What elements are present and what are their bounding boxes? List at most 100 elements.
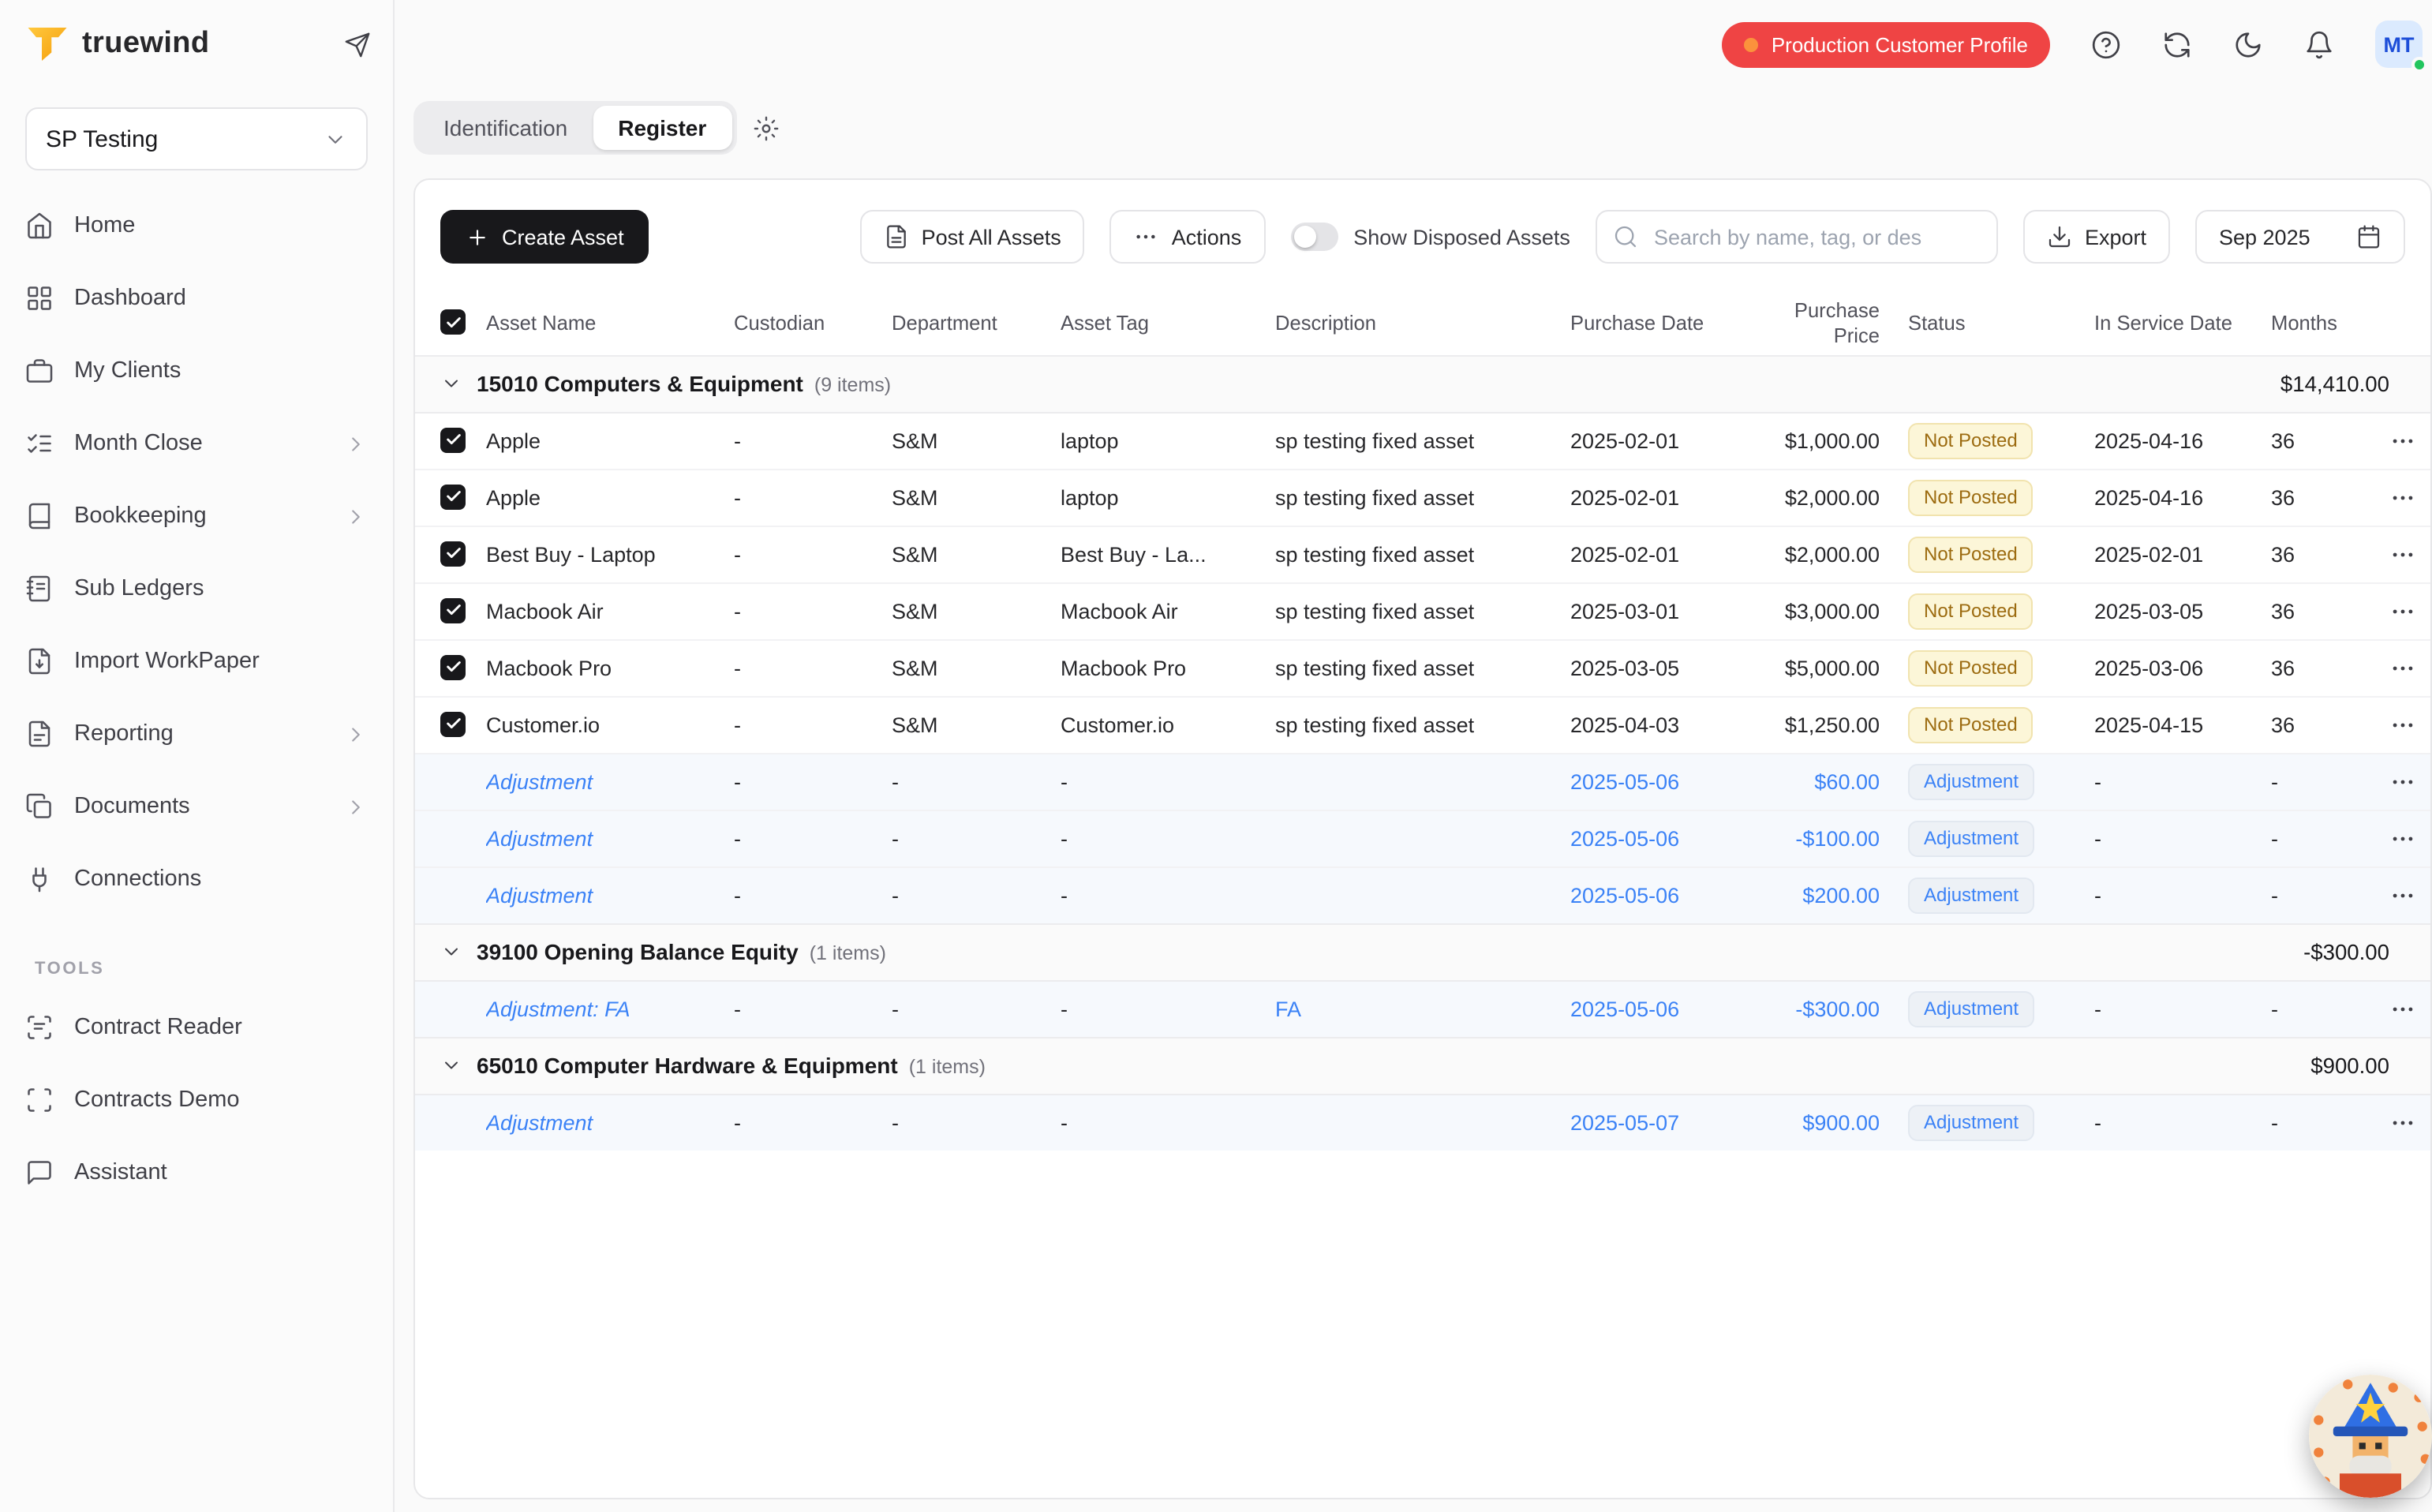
copy-icon [25,792,54,821]
sidebar-item-month-close[interactable]: Month Close [0,407,393,480]
cell-asset-name: Adjustment: FA [486,980,734,1037]
cell-months: 36 [2271,412,2369,469]
notifications-bell-icon[interactable] [2304,29,2334,59]
cell-asset-name: Adjustment [486,866,734,923]
cell-purchase-price: $3,000.00 [1758,582,1908,639]
col-department: Department [892,292,1061,355]
sidebar-item-import-workpaper[interactable]: Import WorkPaper [0,625,393,698]
sidebar-item-assistant[interactable]: Assistant [0,1136,393,1209]
dark-mode-moon-icon[interactable] [2233,29,2263,59]
status-badge: Not Posted [1908,593,2034,629]
chevron-down-icon[interactable] [440,372,462,395]
table-row[interactable]: Apple - S&M laptop sp testing fixed asse… [415,469,2432,526]
chevron-down-icon[interactable] [440,1054,462,1076]
sidebar-item-my-clients[interactable]: My Clients [0,335,393,407]
sidebar-item-sub-ledgers[interactable]: Sub Ledgers [0,552,393,625]
cell-asset-tag: Best Buy - La... [1061,526,1275,582]
plug-icon [25,865,54,893]
row-checkbox[interactable] [440,655,466,680]
col-purchase-price: Purchase Price [1758,292,1908,355]
row-actions-menu[interactable] [2389,768,2416,795]
book-icon [25,502,54,530]
tab-register[interactable]: Register [593,106,731,150]
row-actions-menu[interactable] [2389,711,2416,738]
help-icon[interactable] [2091,29,2121,59]
sidebar-item-bookkeeping[interactable]: Bookkeeping [0,480,393,552]
workspace-select[interactable]: SP Testing [25,107,368,170]
status-badge: Adjustment [1908,990,2034,1027]
row-actions-menu[interactable] [2389,881,2416,908]
sync-icon[interactable] [2162,29,2192,59]
sidebar-item-reporting[interactable]: Reporting [0,698,393,770]
cell-purchase-date: 2025-05-06 [1570,810,1758,866]
cell-asset-tag: - [1061,810,1275,866]
cell-asset-tag: laptop [1061,412,1275,469]
row-actions-menu[interactable] [2389,597,2416,624]
table-row[interactable]: Adjustment - - - 2025-05-06 $60.00 Adjus… [415,753,2432,810]
row-checkbox[interactable] [440,428,466,453]
sidebar-item-connections[interactable]: Connections [0,843,393,915]
group-count: (1 items) [909,1056,986,1078]
table-row[interactable]: Macbook Pro - S&M Macbook Pro sp testing… [415,639,2432,696]
sidebar-item-documents[interactable]: Documents [0,770,393,843]
cell-purchase-date: 2025-03-05 [1570,639,1758,696]
show-disposed-toggle[interactable] [1290,223,1338,251]
row-checkbox[interactable] [440,712,466,737]
table-row[interactable]: Adjustment - - - 2025-05-07 $900.00 Adju… [415,1094,2432,1151]
row-actions-menu[interactable] [2389,654,2416,681]
chevron-down-icon[interactable] [440,941,462,963]
create-asset-button[interactable]: Create Asset [440,210,649,264]
sidebar-item-home[interactable]: Home [0,189,393,262]
table-row[interactable]: Apple - S&M laptop sp testing fixed asse… [415,412,2432,469]
actions-button[interactable]: Actions [1110,210,1266,264]
period-select[interactable]: Sep 2025 [2195,210,2405,264]
row-checkbox[interactable] [440,541,466,567]
cell-asset-tag: - [1061,753,1275,810]
row-actions-menu[interactable] [2389,484,2416,511]
row-checkbox[interactable] [440,485,466,510]
cell-purchase-price: $2,000.00 [1758,469,1908,526]
status-badge: Not Posted [1908,536,2034,572]
file-text-icon [25,720,54,748]
row-actions-menu[interactable] [2389,825,2416,851]
search-input[interactable] [1651,223,1981,250]
assets-table: Asset Name Custodian Department Asset Ta… [415,292,2432,1151]
calendar-icon [2356,224,2381,249]
sidebar-item-dashboard[interactable]: Dashboard [0,262,393,335]
truewind-logo[interactable]: truewind [25,22,344,66]
row-checkbox[interactable] [440,598,466,623]
gear-icon[interactable] [752,114,779,141]
row-actions-menu[interactable] [2389,541,2416,567]
group-total: $900.00 [1570,1037,2432,1094]
group-row[interactable]: 15010 Computers & Equipment(9 items) $14… [415,355,2432,412]
status-badge: Not Posted [1908,649,2034,686]
check-icon [444,488,462,506]
table-row[interactable]: Customer.io - S&M Customer.io sp testing… [415,696,2432,753]
row-actions-menu[interactable] [2389,1110,2416,1136]
col-in-service-date: In Service Date [2094,292,2271,355]
production-profile-badge[interactable]: Production Customer Profile [1723,21,2050,67]
table-row[interactable]: Adjustment: FA - - - FA 2025-05-06 -$300… [415,980,2432,1037]
user-avatar[interactable]: MT [2375,21,2423,68]
table-row[interactable]: Adjustment - - - 2025-05-06 -$100.00 Adj… [415,810,2432,866]
cell-months: 36 [2271,696,2369,753]
assistant-widget[interactable] [2309,1375,2432,1498]
group-row[interactable]: 65010 Computer Hardware & Equipment(1 it… [415,1037,2432,1094]
table-row[interactable]: Macbook Air - S&M Macbook Air sp testing… [415,582,2432,639]
export-button[interactable]: Export [2023,210,2170,264]
chevron-right-icon [344,795,368,818]
row-actions-menu[interactable] [2389,427,2416,454]
group-row[interactable]: 39100 Opening Balance Equity(1 items) -$… [415,923,2432,980]
select-all-checkbox[interactable] [440,310,466,335]
sidebar-item-contracts-demo[interactable]: Contracts Demo [0,1064,393,1136]
chevron-down-icon [324,127,347,151]
paper-plane-icon[interactable] [344,31,371,58]
table-row[interactable]: Adjustment - - - 2025-05-06 $200.00 Adju… [415,866,2432,923]
tab-identification[interactable]: Identification [418,106,593,150]
cell-purchase-date: 2025-02-01 [1570,526,1758,582]
row-actions-menu[interactable] [2389,995,2416,1022]
post-all-assets-button[interactable]: Post All Assets [860,210,1085,264]
sidebar-item-contract-reader[interactable]: Contract Reader [0,991,393,1064]
cell-purchase-date: 2025-05-06 [1570,753,1758,810]
table-row[interactable]: Best Buy - Laptop - S&M Best Buy - La...… [415,526,2432,582]
